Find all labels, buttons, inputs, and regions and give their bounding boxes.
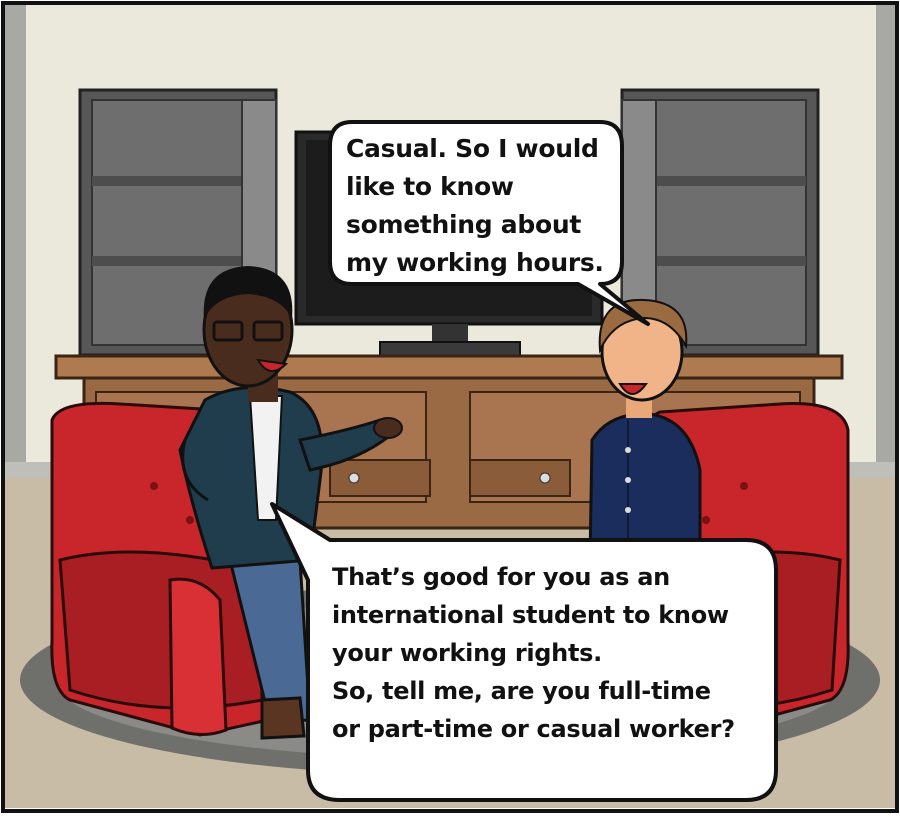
left-wall-edge [4, 4, 26, 480]
speech-text-top: Casual. So I would like to know somethin… [346, 134, 604, 277]
comic-panel: Casual. So I would like to know somethin… [0, 0, 900, 814]
student-character [588, 298, 702, 562]
speech-text-bottom: That’s good for you as an international … [332, 563, 735, 743]
right-wall-edge [876, 4, 896, 480]
